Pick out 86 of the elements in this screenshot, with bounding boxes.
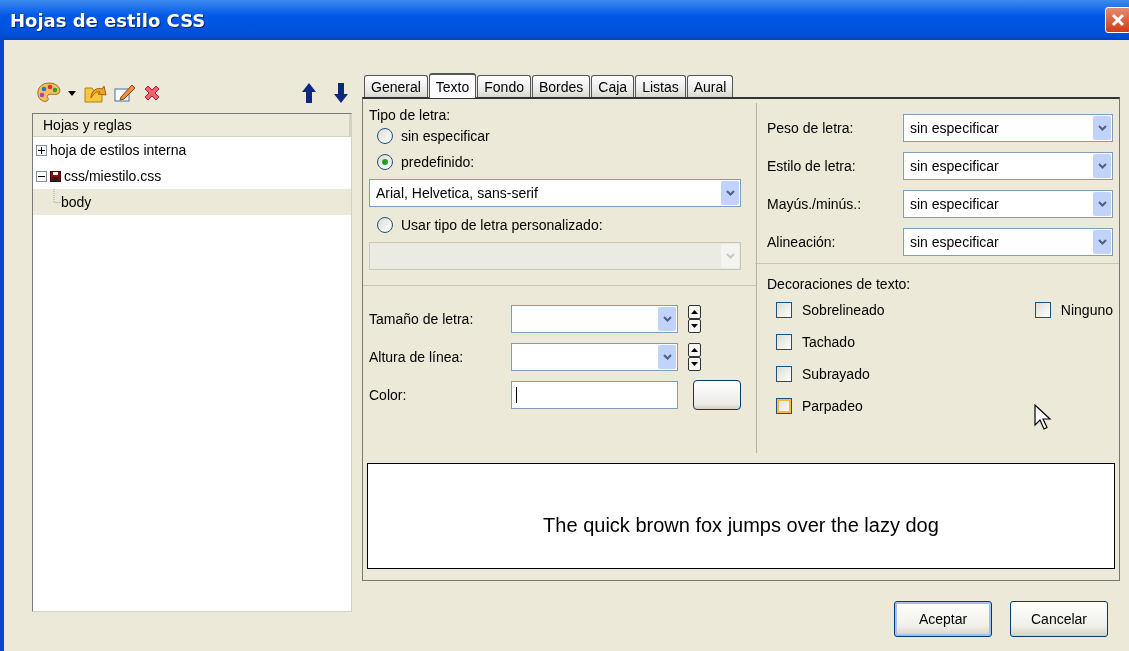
arrow-down-icon <box>334 83 348 103</box>
section-label: Tipo de letra: <box>369 107 452 123</box>
radio-button[interactable] <box>377 154 393 170</box>
tab[interactable]: Bordes <box>532 75 591 97</box>
color-picker-button[interactable] <box>693 380 741 410</box>
tree-item[interactable]: body <box>33 189 351 215</box>
expander[interactable] <box>36 144 47 156</box>
palette-icon <box>36 81 62 105</box>
section-label: Decoraciones de texto: <box>767 276 912 292</box>
chevron-down-icon <box>725 190 735 196</box>
triangle-up-icon <box>691 310 698 314</box>
field-label: Tamaño de letra: <box>369 311 475 327</box>
preview-text: The quick brown fox jumps over the lazy dog <box>543 513 939 537</box>
pencil-icon <box>114 83 136 103</box>
checkbox-label: Sobrelineado <box>802 302 885 318</box>
chevron-down-icon <box>1097 201 1107 207</box>
dropdown[interactable]: Arial, Helvetica, sans-serif <box>369 179 741 207</box>
checkbox-label: Ninguno <box>1060 302 1113 318</box>
tree-line <box>53 189 61 203</box>
triangle-down-icon <box>691 324 698 328</box>
tree-view[interactable]: Hojas y reglas hoja de estilos interna css/miestilo.css body <box>32 113 352 612</box>
tab[interactable]: General <box>364 75 428 97</box>
triangle-up-icon <box>691 348 698 352</box>
move-up-button[interactable] <box>302 83 316 103</box>
field-label: Peso de letra: <box>767 120 855 136</box>
tab[interactable]: Listas <box>635 75 686 97</box>
edit-button[interactable] <box>114 83 136 103</box>
column-header[interactable]: Hojas y reglas <box>33 114 351 137</box>
expander[interactable] <box>36 170 47 182</box>
delete-icon <box>142 83 162 103</box>
dropdown[interactable]: sin especificar <box>903 228 1113 256</box>
spin-down-button[interactable] <box>688 357 701 371</box>
triangle-down-icon <box>691 362 698 366</box>
tree-item[interactable]: hoja de estilos interna <box>33 137 351 163</box>
radio-label: Usar tipo de letra personalizado: <box>401 217 603 233</box>
radio-button[interactable] <box>377 128 393 144</box>
window-title: Hojas de estilo CSS <box>10 9 206 31</box>
field-label: Altura de línea: <box>369 349 465 365</box>
dropdown[interactable]: sin especificar <box>903 190 1113 218</box>
move-down-button[interactable] <box>334 83 348 103</box>
chevron-down-icon <box>1097 125 1107 131</box>
dialog-button[interactable]: Cancelar <box>1010 601 1108 637</box>
dropdown-button[interactable] <box>68 90 76 96</box>
checkbox[interactable] <box>776 334 792 350</box>
dropdown[interactable] <box>511 343 678 371</box>
field-label: Estilo de letra: <box>767 158 857 174</box>
field-label: Mayús./minús.: <box>767 196 863 212</box>
plus-icon <box>38 146 45 154</box>
tab[interactable]: Caja <box>591 75 635 97</box>
chevron-down-icon <box>725 253 735 259</box>
dialog-button[interactable]: Aceptar <box>894 601 992 637</box>
checkbox-label: Parpadeo <box>802 398 863 414</box>
close-button[interactable] <box>1105 7 1129 33</box>
checkbox[interactable] <box>1034 302 1051 318</box>
dropdown[interactable]: sin especificar <box>903 114 1113 142</box>
tab[interactable]: Fondo <box>477 75 531 97</box>
spin-down-button[interactable] <box>688 319 701 333</box>
cursor-icon <box>1034 404 1052 430</box>
spin-up-button[interactable] <box>688 343 701 357</box>
chevron-down-icon <box>662 316 672 322</box>
delete-button[interactable] <box>142 83 162 103</box>
dropdown[interactable] <box>511 305 678 333</box>
checkbox-label: Tachado <box>802 334 855 350</box>
field-label: Alineación: <box>767 234 837 250</box>
arrow-up-icon <box>302 83 316 103</box>
input-field[interactable] <box>511 381 678 409</box>
file-icon <box>50 170 61 182</box>
caret-icon <box>68 90 76 96</box>
checkbox-label: Subrayado <box>802 366 870 382</box>
close-icon <box>1111 13 1125 27</box>
checkbox[interactable] <box>776 398 792 414</box>
tab[interactable]: Texto <box>428 73 477 98</box>
tab[interactable]: Aural <box>686 75 734 97</box>
radio-label: predefinido: <box>401 154 475 170</box>
chevron-down-icon <box>1097 239 1107 245</box>
field-label: Color: <box>369 387 408 403</box>
chevron-down-icon <box>662 354 672 360</box>
tree-item[interactable]: css/miestilo.css <box>33 163 351 189</box>
checkbox[interactable] <box>776 302 792 318</box>
spin-up-button[interactable] <box>688 305 701 319</box>
radio-button[interactable] <box>377 217 393 233</box>
palette-button[interactable] <box>36 81 62 105</box>
radio-label: sin especificar <box>401 128 490 144</box>
dropdown[interactable]: sin especificar <box>903 152 1113 180</box>
checkbox[interactable] <box>776 366 792 382</box>
chevron-down-icon <box>1097 163 1107 169</box>
